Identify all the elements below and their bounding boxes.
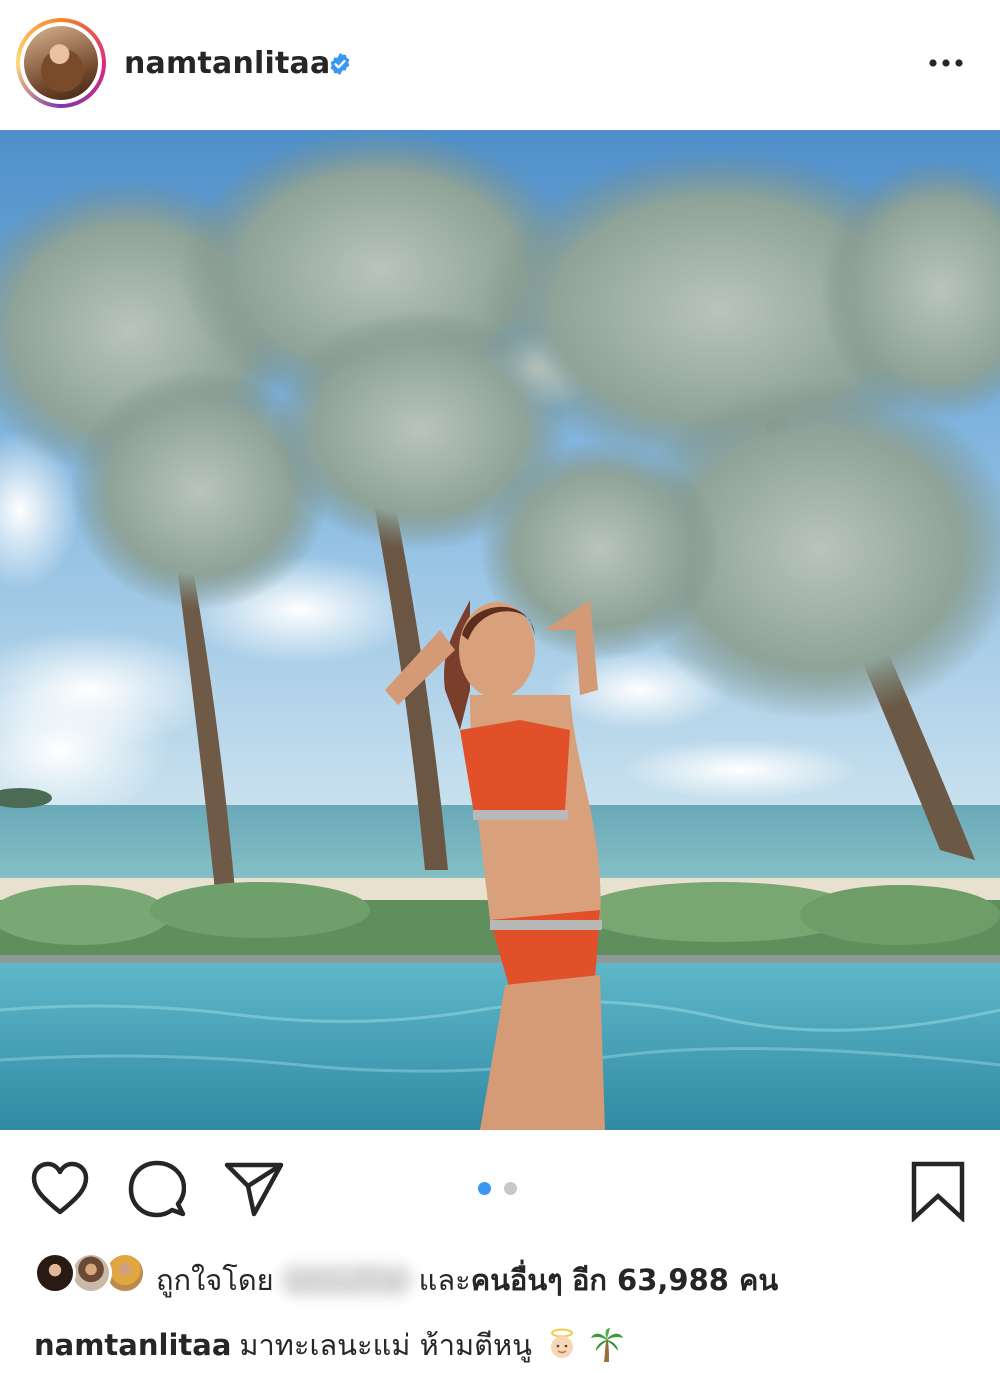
likes-summary: ถูกใจโดย seoulliw และคนอื่นๆ อีก 63,988 คน bbox=[0, 1240, 1000, 1310]
post-photo[interactable] bbox=[0, 130, 1000, 1130]
palm-tree-emoji-icon bbox=[591, 1328, 624, 1362]
avatar bbox=[24, 26, 98, 100]
post-header: namtanlitaa bbox=[0, 0, 1000, 130]
likes-prefix: ถูกใจโดย bbox=[156, 1263, 274, 1297]
heart-icon[interactable] bbox=[30, 1160, 90, 1216]
likes-count[interactable]: อีก 63,988 คน bbox=[572, 1263, 778, 1297]
liker-avatar[interactable] bbox=[70, 1252, 112, 1294]
post-action-bar bbox=[0, 1130, 1000, 1240]
verified-badge-icon bbox=[330, 53, 350, 75]
likes-others[interactable]: คนอื่นๆ bbox=[471, 1263, 563, 1297]
post-username[interactable]: namtanlitaa bbox=[124, 46, 330, 81]
carousel-dot-active bbox=[478, 1182, 491, 1195]
carousel-indicator bbox=[478, 1182, 520, 1196]
beach-pool-scene bbox=[0, 130, 1000, 1130]
likes-and: และ bbox=[418, 1263, 471, 1297]
liker-avatar[interactable] bbox=[34, 1252, 76, 1294]
likes-text[interactable]: ถูกใจโดย seoulliw และคนอื่นๆ อีก 63,988 คน bbox=[156, 1257, 778, 1303]
bookmark-icon[interactable] bbox=[910, 1160, 966, 1222]
comment-icon[interactable] bbox=[128, 1160, 186, 1218]
baby-angel-emoji-icon bbox=[551, 1328, 574, 1358]
caption-text: มาทะเลนะแม่ ห้ามตีหนู bbox=[239, 1328, 532, 1362]
more-horizontal-icon[interactable] bbox=[928, 56, 964, 70]
post-caption: namtanlitaa มาทะเลนะแม่ ห้ามตีหนู bbox=[34, 1322, 624, 1368]
profile-avatar-story-ring[interactable] bbox=[16, 18, 106, 108]
carousel-dot bbox=[504, 1182, 517, 1195]
send-icon[interactable] bbox=[224, 1160, 284, 1218]
blurred-liker-username[interactable]: seoulliw bbox=[279, 1263, 413, 1297]
caption-username[interactable]: namtanlitaa bbox=[34, 1328, 231, 1362]
